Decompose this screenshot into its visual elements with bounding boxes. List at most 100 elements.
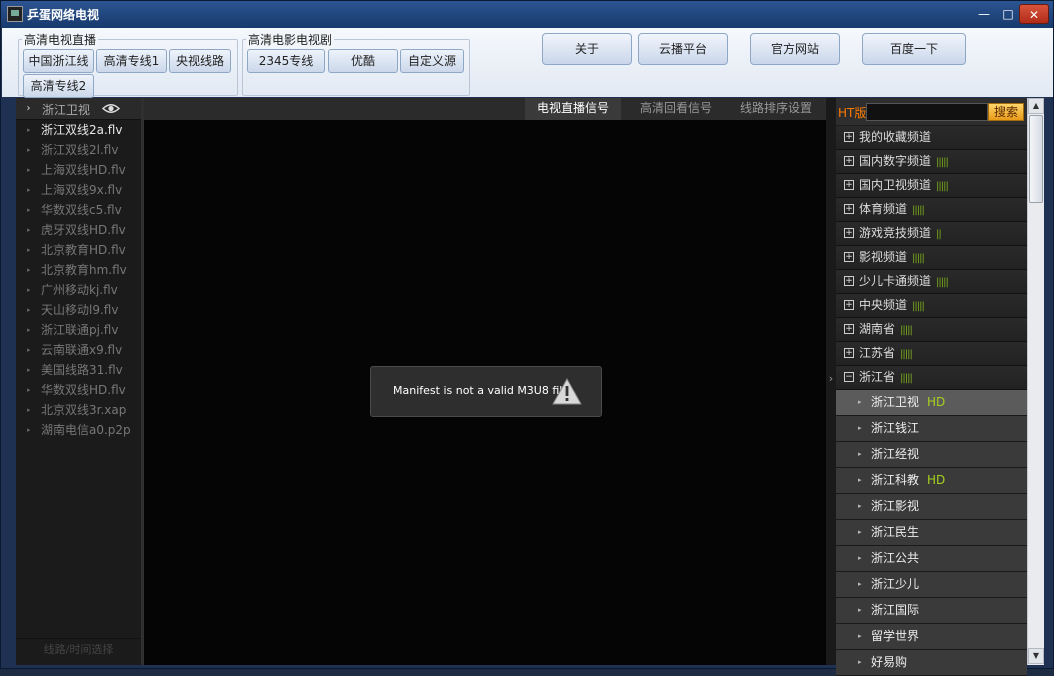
category-label: 体育频道 (859, 202, 908, 216)
channel-item[interactable]: ▸ 浙江钱江 (836, 416, 1027, 442)
source-item[interactable]: ▸ 湖南电信a0.p2p (16, 420, 141, 440)
source-item[interactable]: ▸ 华数双线c5.flv (16, 200, 141, 220)
search-button[interactable]: 搜索 (988, 103, 1024, 121)
source-item-label: 广州移动kj.flv (41, 283, 118, 297)
expand-icon[interactable]: + (844, 324, 854, 334)
source-item[interactable]: ▸ 北京教育HD.flv (16, 240, 141, 260)
source-item[interactable]: ▸ 虎牙双线HD.flv (16, 220, 141, 240)
channel-item[interactable]: ▸ 好易购 (836, 650, 1027, 676)
arrow-right-icon: ▸ (27, 146, 31, 154)
maximize-button[interactable]: □ (997, 4, 1019, 24)
eye-icon[interactable] (102, 102, 120, 115)
line-time-select[interactable]: 线路/时间选择 (16, 638, 141, 660)
source-item[interactable]: ▸ 北京教育hm.flv (16, 260, 141, 280)
arrow-right-icon: ▸ (27, 226, 31, 234)
source-item[interactable]: ▸ 广州移动kj.flv (16, 280, 141, 300)
search-input[interactable] (866, 103, 988, 121)
channel-item[interactable]: ▸ 浙江国际 (836, 598, 1027, 624)
line-button-hd2[interactable]: 高清专线2 (23, 74, 94, 98)
tab-live-signal[interactable]: 电视直播信号 (525, 98, 621, 120)
minimize-button[interactable]: — (973, 4, 995, 24)
scroll-down-icon[interactable]: ▼ (1028, 648, 1044, 664)
movie-button-2345[interactable]: 2345专线 (247, 49, 325, 73)
ht-version-label: HT版 (838, 106, 867, 120)
expand-icon[interactable]: + (844, 252, 854, 262)
channel-item[interactable]: ▸ 浙江经视 (836, 442, 1027, 468)
expand-icon[interactable]: + (844, 132, 854, 142)
arrow-right-icon: ▸ (858, 450, 862, 458)
source-item[interactable]: ▸ 华数双线HD.flv (16, 380, 141, 400)
line-button-zhejiang[interactable]: 中国浙江线 (23, 49, 94, 73)
signal-strength-icon: ||||| (900, 325, 913, 336)
source-panel-header: › 浙江卫视 (16, 98, 141, 120)
expand-icon[interactable]: + (844, 228, 854, 238)
channel-item[interactable]: ▸ 浙江影视 (836, 494, 1027, 520)
arrow-right-icon: ▸ (27, 346, 31, 354)
title-bar[interactable]: 乒蛋网络电视 — □ ✕ (1, 1, 1053, 28)
source-item[interactable]: ▸ 上海双线HD.flv (16, 160, 141, 180)
channel-category[interactable]: + 少儿卡通频道 ||||| (836, 270, 1027, 294)
channel-category[interactable]: + 影视频道 ||||| (836, 246, 1027, 270)
source-item[interactable]: ▸ 云南联通x9.flv (16, 340, 141, 360)
source-item[interactable]: ▸ 浙江双线2l.flv (16, 140, 141, 160)
channel-category-list: + 我的收藏频道 + 国内数字频道 ||||| + 国内卫视频道 ||||| + 体育频道 ||||… (836, 126, 1027, 676)
channel-item[interactable]: ▸ 浙江少儿 (836, 572, 1027, 598)
source-item[interactable]: ▸ 浙江双线2a.flv (16, 120, 141, 140)
movie-button-youku[interactable]: 优酷 (328, 49, 398, 73)
tab-line-sort[interactable]: 线路排序设置 (731, 98, 821, 120)
baidu-button[interactable]: 百度一下 (862, 33, 966, 65)
channel-category[interactable]: + 游戏竞技频道 || (836, 222, 1027, 246)
channel-category[interactable]: + 体育频道 ||||| (836, 198, 1027, 222)
official-site-button[interactable]: 官方网站 (750, 33, 840, 65)
channel-item[interactable]: ▸ 浙江民生 (836, 520, 1027, 546)
line-button-hd1[interactable]: 高清专线1 (96, 49, 167, 73)
channel-category[interactable]: + 国内数字频道 ||||| (836, 150, 1027, 174)
close-button[interactable]: ✕ (1019, 4, 1049, 24)
source-item[interactable]: ▸ 北京双线3r.xap (16, 400, 141, 420)
signal-strength-icon: ||||| (912, 205, 925, 216)
source-item-label: 虎牙双线HD.flv (41, 223, 126, 237)
expand-icon[interactable]: + (844, 300, 854, 310)
source-item[interactable]: ▸ 浙江联通pj.flv (16, 320, 141, 340)
arrow-right-icon: ▸ (27, 366, 31, 374)
source-item[interactable]: ▸ 天山移动l9.flv (16, 300, 141, 320)
scroll-up-icon[interactable]: ▲ (1028, 98, 1044, 114)
arrow-right-icon: ▸ (27, 306, 31, 314)
source-item[interactable]: ▸ 上海双线9x.flv (16, 180, 141, 200)
cloud-platform-button[interactable]: 云播平台 (638, 33, 728, 65)
channel-category[interactable]: + 江苏省 ||||| (836, 342, 1027, 366)
collapse-icon[interactable]: − (844, 372, 854, 382)
channel-item[interactable]: ▸ 留学世界 (836, 624, 1027, 650)
expand-icon[interactable]: + (844, 204, 854, 214)
app-window: 乒蛋网络电视 — □ ✕ 高清电视直播 中国浙江线 高清专线1 央视线路 高清专… (0, 0, 1054, 676)
channel-item[interactable]: ▸ 浙江卫视 HD (836, 390, 1027, 416)
expand-icon[interactable]: + (844, 276, 854, 286)
channel-category[interactable]: − 浙江省 ||||| (836, 366, 1027, 390)
channel-item[interactable]: ▸ 浙江公共 (836, 546, 1027, 572)
channel-category[interactable]: + 湖南省 ||||| (836, 318, 1027, 342)
channel-category[interactable]: + 国内卫视频道 ||||| (836, 174, 1027, 198)
tab-replay-signal[interactable]: 高清回看信号 (629, 98, 723, 120)
expand-icon[interactable]: + (844, 156, 854, 166)
scroll-thumb[interactable] (1029, 115, 1043, 203)
arrow-right-icon: ▸ (858, 554, 862, 562)
channel-label: 浙江卫视 (871, 395, 920, 409)
chevron-right-icon[interactable]: › (826, 372, 836, 385)
channel-category[interactable]: + 中央频道 ||||| (836, 294, 1027, 318)
collapse-strip[interactable]: › (826, 98, 836, 665)
source-item-label: 北京双线3r.xap (41, 403, 127, 417)
movie-group-title: 高清电影电视剧 (246, 31, 335, 48)
movie-button-custom[interactable]: 自定义源 (400, 49, 464, 73)
line-button-cctv[interactable]: 央视线路 (169, 49, 231, 73)
channel-category[interactable]: + 我的收藏频道 (836, 126, 1027, 150)
arrow-right-icon: ▸ (27, 166, 31, 174)
channel-item[interactable]: ▸ 浙江科教 HD (836, 468, 1027, 494)
expand-icon[interactable]: + (844, 348, 854, 358)
video-player[interactable]: Manifest is not a valid M3U8 file (144, 120, 835, 665)
source-item[interactable]: ▸ 美国线路31.flv (16, 360, 141, 380)
expand-icon[interactable]: + (844, 180, 854, 190)
chevron-right-icon[interactable]: › (22, 102, 35, 115)
scrollbar[interactable]: ▲ ▼ (1027, 98, 1044, 665)
toolbar: 高清电视直播 中国浙江线 高清专线1 央视线路 高清专线2 高清电影电视剧 23… (2, 28, 1053, 98)
about-button[interactable]: 关于 (542, 33, 632, 65)
